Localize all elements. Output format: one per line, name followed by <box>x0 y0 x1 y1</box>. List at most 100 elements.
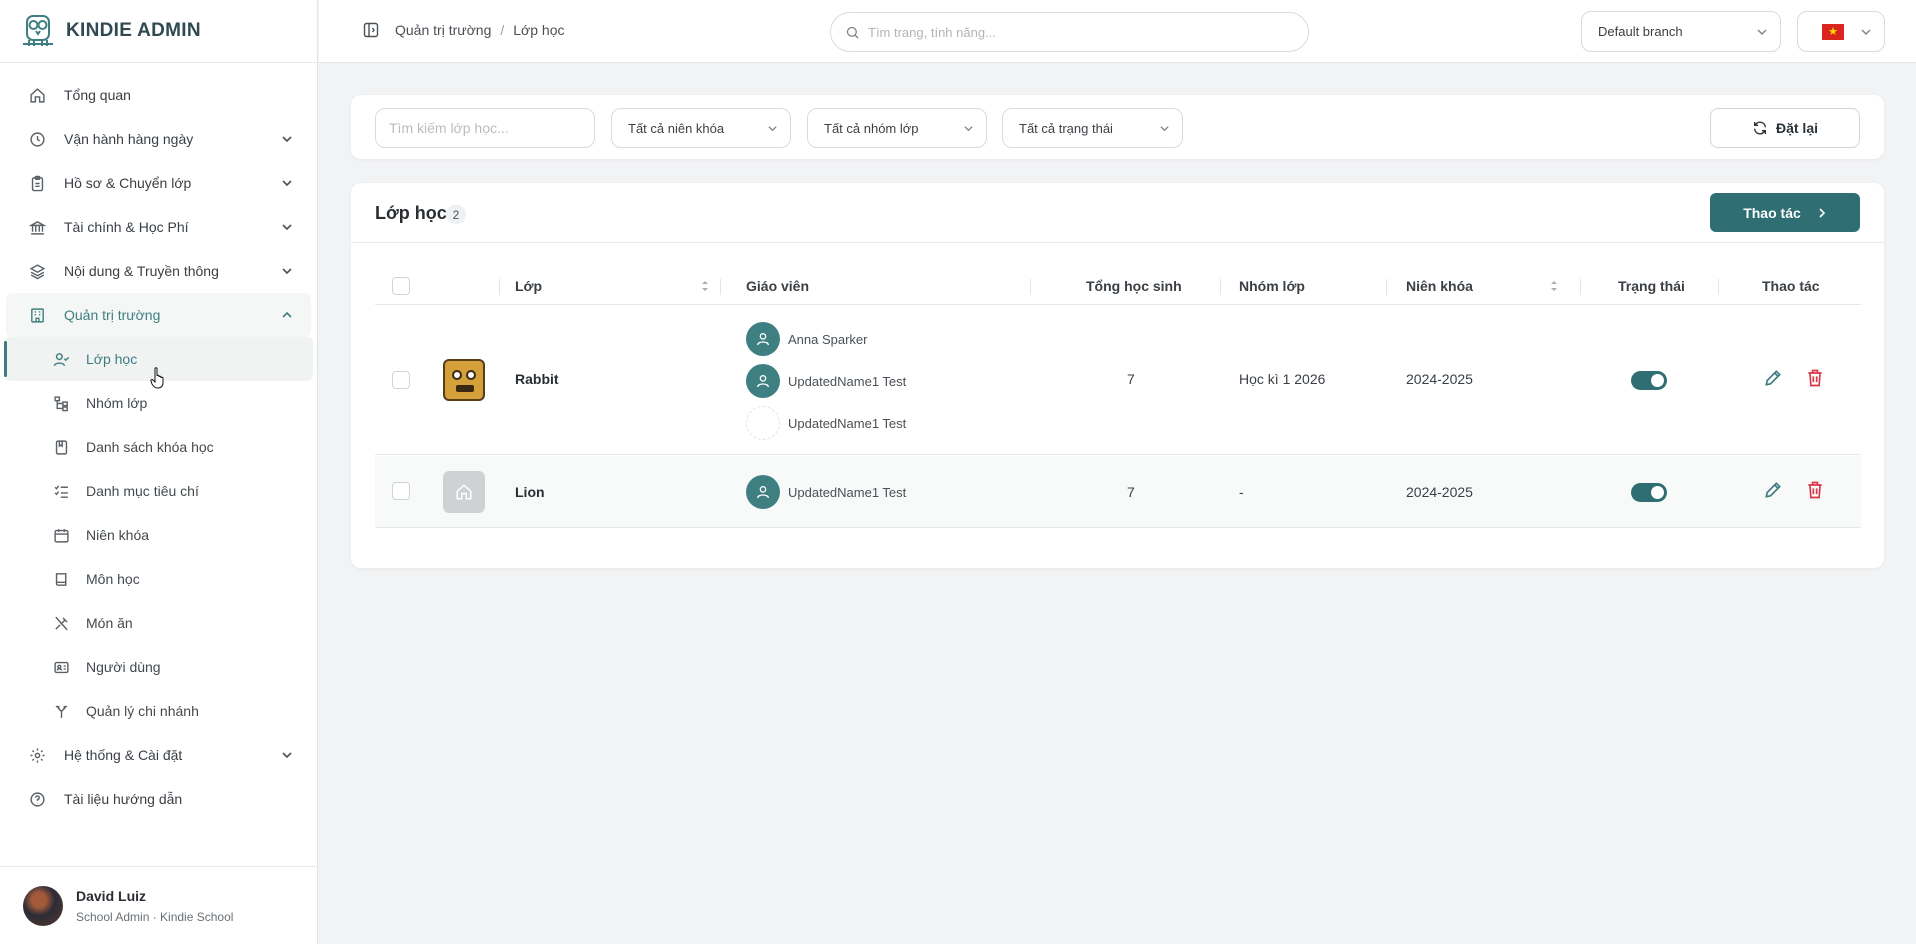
sidebar-subitem-criteria[interactable]: Danh mục tiêu chí <box>0 469 317 513</box>
user-profile[interactable]: David Luiz School Admin · Kindie School <box>0 866 318 944</box>
sidebar-item-content[interactable]: Nội dung & Truyền thông <box>0 249 317 293</box>
status-filter[interactable]: Tất cả trạng thái <box>1002 108 1183 148</box>
owl-logo-icon <box>23 15 53 46</box>
sidebar-item-label: Hệ thống & Cài đặt <box>64 747 183 763</box>
class-name[interactable]: Rabbit <box>515 371 559 387</box>
class-search[interactable] <box>375 108 595 148</box>
broken-avatar-icon <box>746 406 780 440</box>
school-year-filter-value: Tất cả niên khóa <box>628 120 725 136</box>
calendar-icon <box>52 526 70 544</box>
sidebar-toggle-icon[interactable] <box>363 22 379 38</box>
delete-button[interactable] <box>1805 480 1825 500</box>
sidebar-item-label: Vận hành hàng ngày <box>64 131 194 147</box>
teacher-item: Anna Sparker <box>746 322 868 356</box>
brand[interactable]: KINDIE ADMIN <box>0 0 317 63</box>
id-card-icon <box>52 658 70 676</box>
page-title: Lớp học <box>375 203 447 223</box>
sidebar-item-finance[interactable]: Tài chính & Học Phí <box>0 205 317 249</box>
branch-select[interactable]: Default branch <box>1581 11 1781 52</box>
class-name[interactable]: Lion <box>515 484 545 500</box>
class-search-input[interactable] <box>389 120 579 136</box>
sidebar-nav: Tổng quan Vận hành hàng ngày Hồ sơ & Chu… <box>0 63 317 821</box>
sidebar-subitem-label: Danh mục tiêu chí <box>86 483 199 499</box>
class-thumbnail-cell <box>443 471 485 513</box>
sidebar-item-label: Tài chính & Học Phí <box>64 219 189 235</box>
row-checkbox[interactable] <box>392 371 410 389</box>
breadcrumb-separator: / <box>500 22 505 38</box>
class-avatar <box>443 471 485 513</box>
building-icon <box>28 306 46 324</box>
column-school-year[interactable]: Niên khóa <box>1406 267 1473 305</box>
topbar: Quản trị trường / Lớp học Default branch… <box>319 0 1916 63</box>
flag-star: ★ <box>1828 25 1838 38</box>
column-divider <box>1030 279 1031 295</box>
chevron-down-icon <box>1160 126 1169 132</box>
pencil-icon <box>1765 482 1781 498</box>
chevron-down-icon <box>768 126 777 132</box>
breadcrumb: Quản trị trường / Lớp học <box>363 22 564 38</box>
select-all-checkbox[interactable] <box>392 277 410 295</box>
sidebar-subitem-meals[interactable]: Món ăn <box>0 601 317 645</box>
checklist-icon <box>52 482 70 500</box>
sidebar-item-overview[interactable]: Tổng quan <box>0 73 317 117</box>
chevron-down-icon <box>282 136 292 143</box>
teacher-name: Anna Sparker <box>788 331 868 347</box>
sidebar-subitem-courses[interactable]: Danh sách khóa học <box>0 425 317 469</box>
class-group-filter-value: Tất cả nhóm lớp <box>824 120 919 136</box>
sidebar-item-school-admin[interactable]: Quản trị trường <box>6 293 311 337</box>
global-search-input[interactable] <box>868 24 1268 40</box>
sort-icon[interactable] <box>1549 279 1559 293</box>
sidebar-subitem-label: Quản lý chi nhánh <box>86 703 199 719</box>
home-icon <box>28 86 46 104</box>
sidebar-item-records[interactable]: Hồ sơ & Chuyển lớp <box>0 161 317 205</box>
sidebar-subitem-users[interactable]: Người dùng <box>0 645 317 689</box>
column-divider <box>499 279 500 295</box>
edit-button[interactable] <box>1763 480 1783 500</box>
delete-button[interactable] <box>1805 368 1825 388</box>
column-teacher: Giáo viên <box>746 278 810 294</box>
row-checkbox[interactable] <box>392 482 410 500</box>
chevron-down-icon <box>964 126 973 132</box>
filter-bar: Tất cả niên khóa Tất cả nhóm lớp Tất cả … <box>351 95 1884 159</box>
user-name: David Luiz <box>76 887 147 904</box>
sidebar-item-daily-ops[interactable]: Vận hành hàng ngày <box>0 117 317 161</box>
sidebar-item-docs[interactable]: Tài liệu hướng dẫn <box>0 777 317 821</box>
breadcrumb-parent[interactable]: Quản trị trường <box>395 22 491 38</box>
hand-cursor-icon <box>150 367 164 389</box>
bookmark-book-icon <box>52 438 70 456</box>
status-toggle[interactable] <box>1631 483 1667 502</box>
class-group-filter[interactable]: Tất cả nhóm lớp <box>807 108 987 148</box>
chevron-down-icon <box>282 180 292 187</box>
school-year-filter[interactable]: Tất cả niên khóa <box>611 108 791 148</box>
language-select[interactable]: ★ <box>1797 11 1885 52</box>
table-row[interactable]: Rabbit Anna Sparker UpdatedName1 Test Up… <box>375 306 1861 455</box>
column-divider <box>1220 279 1221 295</box>
sidebar-item-settings[interactable]: Hệ thống & Cài đặt <box>0 733 317 777</box>
bulk-actions-label: Thao tác <box>1743 204 1801 221</box>
reset-button[interactable]: Đặt lại <box>1710 108 1860 148</box>
teacher-name: UpdatedName1 Test <box>788 484 907 500</box>
edit-button[interactable] <box>1763 368 1783 388</box>
user-icon <box>746 322 780 356</box>
layers-icon <box>28 262 46 280</box>
chevron-down-icon <box>282 224 292 231</box>
global-search[interactable] <box>830 12 1309 52</box>
sidebar-subitem-subjects[interactable]: Môn học <box>0 557 317 601</box>
sidebar-subitem-school-years[interactable]: Niên khóa <box>0 513 317 557</box>
class-avatar <box>443 359 485 401</box>
class-thumbnail-cell <box>443 359 485 401</box>
column-class[interactable]: Lớp <box>515 267 542 305</box>
breadcrumb-current: Lớp học <box>513 22 565 38</box>
avatar <box>23 885 63 926</box>
count-badge: 2 <box>446 205 466 224</box>
status-toggle[interactable] <box>1631 371 1667 390</box>
utensils-icon <box>52 614 70 632</box>
sidebar-subitem-branches[interactable]: Quản lý chi nhánh <box>0 689 317 733</box>
row-select-cell <box>392 482 410 500</box>
sidebar-item-label: Nội dung & Truyền thông <box>64 263 219 279</box>
table-row[interactable]: Lion UpdatedName1 Test 7 - 2024-2025 <box>375 456 1861 528</box>
bulk-actions-button[interactable]: Thao tác <box>1710 193 1860 232</box>
row-select-cell <box>392 371 410 389</box>
sort-icon[interactable] <box>700 279 710 293</box>
vietnam-flag-icon: ★ <box>1822 24 1844 40</box>
